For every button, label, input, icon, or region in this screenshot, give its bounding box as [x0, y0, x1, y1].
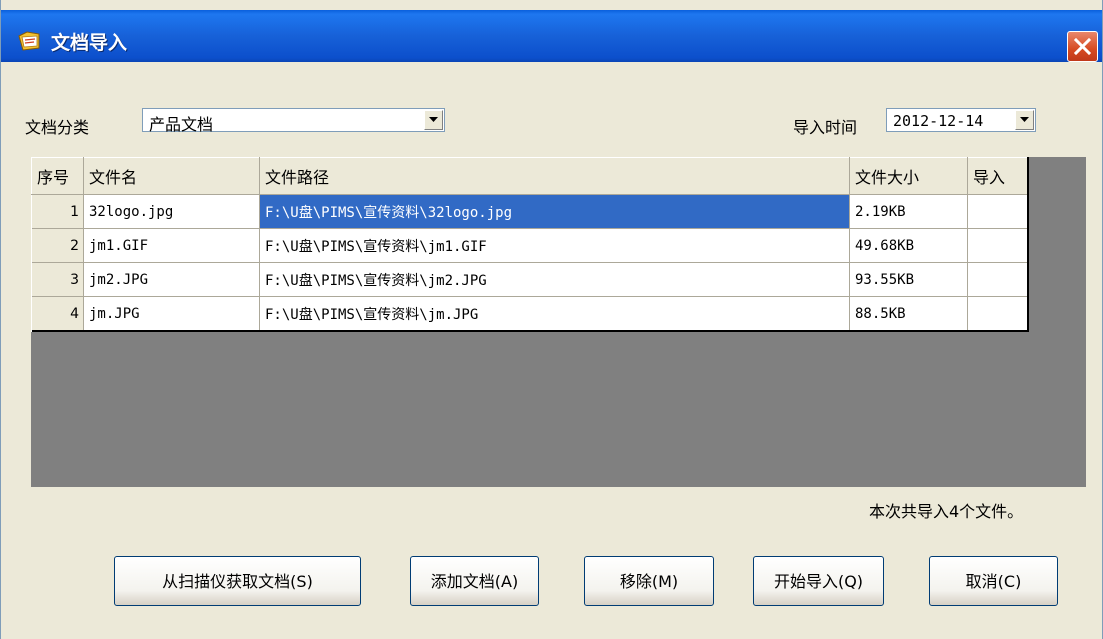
cell-filesize[interactable]: 93.55KB [849, 262, 968, 297]
window-title: 文档导入 [51, 32, 128, 54]
file-table: 序号 文件名 文件路径 文件大小 导入 1 32logo.jpg F:\U盘\P… [31, 157, 1029, 332]
column-header-import[interactable]: 导入 [967, 157, 1028, 195]
row-seq: 4 [31, 296, 84, 332]
import-date-picker[interactable]: 2012-12-14 [886, 108, 1036, 132]
column-header-seq[interactable]: 序号 [31, 157, 84, 195]
import-time-label: 导入时间 [793, 118, 858, 137]
cancel-button[interactable]: 取消(C) [929, 556, 1058, 606]
cell-import[interactable] [967, 296, 1028, 332]
add-document-button[interactable]: 添加文档(A) [410, 556, 539, 606]
cell-filename[interactable]: jm.JPG [83, 296, 260, 332]
cell-filename[interactable]: 32logo.jpg [83, 194, 260, 229]
cell-filename[interactable]: jm2.JPG [83, 262, 260, 297]
cell-filename[interactable]: jm1.GIF [83, 228, 260, 263]
table-row[interactable]: 1 32logo.jpg F:\U盘\PIMS\宣传资料\32logo.jpg … [31, 194, 1028, 229]
cell-filesize[interactable]: 49.68KB [849, 228, 968, 263]
cell-filesize[interactable]: 88.5KB [849, 296, 968, 332]
import-dialog: 文档导入 文档分类 产品文档 导入时间 2012-12-14 序号 文件名 文件… [0, 0, 1103, 639]
category-label: 文档分类 [25, 118, 90, 137]
cell-filepath[interactable]: F:\U盘\PIMS\宣传资料\jm.JPG [259, 296, 850, 332]
remove-button[interactable]: 移除(M) [584, 556, 714, 606]
row-seq: 3 [31, 262, 84, 297]
chevron-down-icon [429, 117, 438, 122]
close-button[interactable] [1067, 31, 1098, 62]
cell-filesize[interactable]: 2.19KB [849, 194, 968, 229]
document-folder-icon [18, 31, 40, 51]
title-bar[interactable]: 文档导入 [1, 10, 1102, 62]
start-import-button[interactable]: 开始导入(Q) [753, 556, 884, 606]
row-seq: 1 [31, 194, 84, 229]
cell-filepath-selected[interactable]: F:\U盘\PIMS\宣传资料\32logo.jpg [259, 194, 850, 229]
cell-import[interactable] [967, 228, 1028, 263]
file-grid[interactable]: 序号 文件名 文件路径 文件大小 导入 1 32logo.jpg F:\U盘\P… [31, 157, 1086, 487]
import-date-value: 2012-12-14 [893, 112, 984, 130]
scan-from-scanner-button[interactable]: 从扫描仪获取文档(S) [114, 556, 361, 606]
close-icon [1074, 38, 1091, 55]
category-dropdown-button[interactable] [424, 110, 443, 130]
table-header-row: 序号 文件名 文件路径 文件大小 导入 [31, 157, 1028, 195]
table-row[interactable]: 2 jm1.GIF F:\U盘\PIMS\宣传资料\jm1.GIF 49.68K… [31, 228, 1028, 263]
table-row[interactable]: 4 jm.JPG F:\U盘\PIMS\宣传资料\jm.JPG 88.5KB [31, 296, 1028, 332]
cell-filepath[interactable]: F:\U盘\PIMS\宣传资料\jm2.JPG [259, 262, 850, 297]
cell-import[interactable] [967, 194, 1028, 229]
date-dropdown-button[interactable] [1015, 110, 1034, 130]
table-row[interactable]: 3 jm2.JPG F:\U盘\PIMS\宣传资料\jm2.JPG 93.55K… [31, 262, 1028, 297]
category-value: 产品文档 [149, 115, 214, 134]
column-header-filename[interactable]: 文件名 [83, 157, 260, 195]
category-select[interactable]: 产品文档 [142, 108, 445, 134]
cell-import[interactable] [967, 262, 1028, 297]
chevron-down-icon [1020, 117, 1029, 122]
status-text: 本次共导入4个文件。 [869, 502, 1024, 521]
column-header-filesize[interactable]: 文件大小 [849, 157, 968, 195]
row-seq: 2 [31, 228, 84, 263]
cell-filepath[interactable]: F:\U盘\PIMS\宣传资料\jm1.GIF [259, 228, 850, 263]
column-header-filepath[interactable]: 文件路径 [259, 157, 850, 195]
